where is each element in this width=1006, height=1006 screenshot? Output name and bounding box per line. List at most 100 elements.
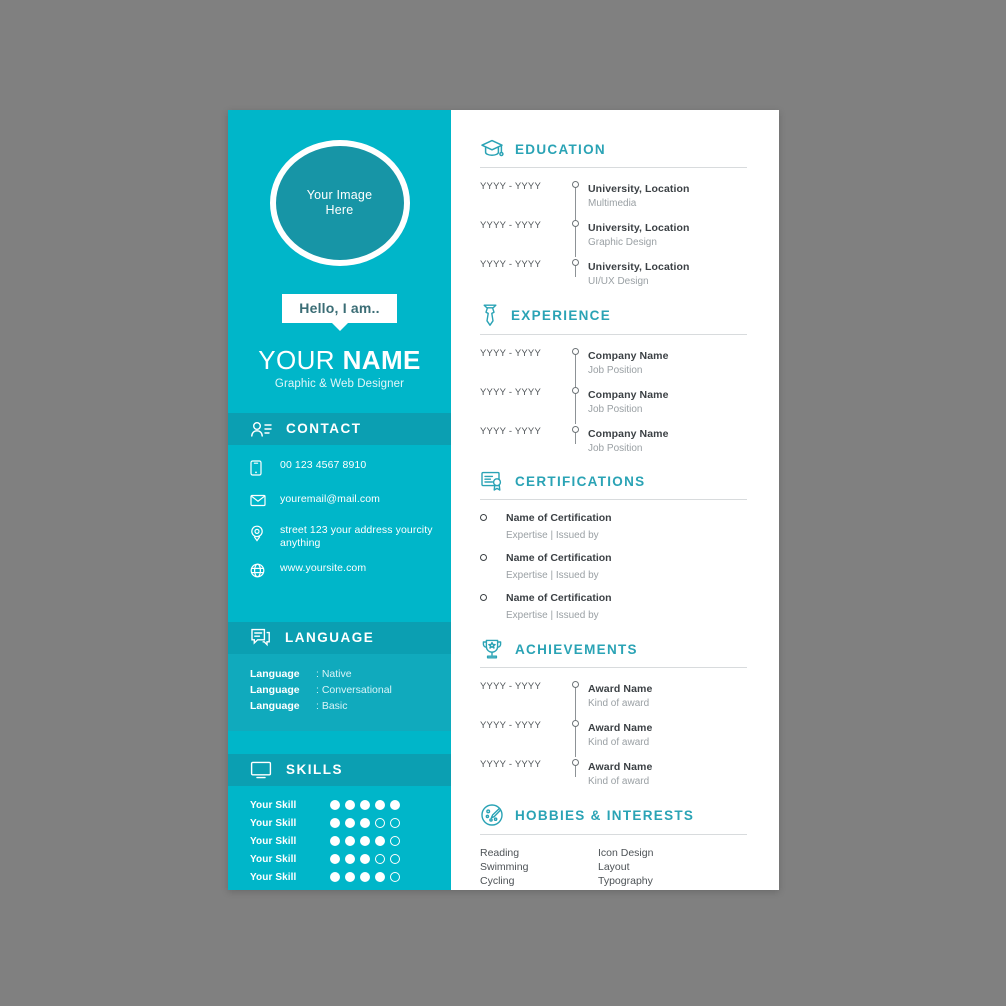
language-item: Language : Basic (250, 699, 451, 713)
achievement-item: YYYY - YYYY Award Name Kind of award (480, 757, 747, 788)
circle-bullet-icon (480, 551, 506, 561)
contact-item-address[interactable]: street 123 your address yourcity anythin… (250, 524, 451, 550)
trophy-icon (480, 638, 504, 660)
timeline-marker (562, 210, 588, 257)
section-header-certifications: CERTIFICATIONS (480, 470, 747, 499)
achievement-body: Award Name Kind of award (588, 757, 747, 788)
skill-name: Your Skill (250, 799, 297, 811)
language-heading: LANGUAGE (285, 630, 375, 646)
sidebar-section-header-skills: SKILLS (228, 753, 451, 786)
skill-dot-filled (345, 836, 355, 847)
skill-name: Your Skill (250, 853, 297, 865)
certification-item: Name of Certification Expertise | Issued… (480, 511, 747, 543)
location-pin-icon (250, 524, 266, 547)
section-achievements: ACHIEVEMENTS YYYY - YYYY Award Name Kind… (480, 638, 747, 788)
achievement-body: Award Name Kind of award (588, 679, 747, 710)
sidebar-section-header-contact: CONTACT (228, 412, 451, 445)
language-level: : Conversational (316, 683, 392, 696)
skill-dot-filled (360, 818, 370, 829)
main-column: EDUCATION YYYY - YYYY University, Locati… (451, 110, 779, 890)
education-institution: University, Location (588, 183, 690, 195)
language-item: Language : Conversational (250, 683, 451, 697)
timeline-dot-icon (571, 426, 579, 433)
contact-heading: CONTACT (286, 421, 362, 437)
language-name: Language (250, 667, 300, 680)
certification-detail: Expertise | Issued by (506, 530, 599, 541)
hobbies-divider (480, 834, 747, 835)
monitor-icon (250, 761, 272, 779)
section-header-hobbies: HOBBIES & INTERESTS (480, 803, 747, 834)
skill-dot-empty (375, 854, 385, 865)
timeline-marker (562, 346, 588, 385)
circle-bullet-icon (480, 511, 506, 521)
skill-rating-dots (330, 854, 400, 865)
skill-item: Your Skill (250, 836, 451, 847)
full-name: YOUR NAME (228, 345, 451, 375)
language-name: Language (250, 699, 300, 712)
timeline-marker (562, 710, 588, 757)
greeting-bubble: Hello, I am.. (282, 293, 397, 331)
sidebar-section-header-language: LANGUAGE (228, 621, 451, 654)
hobby-item: Swimming (480, 861, 529, 873)
hobby-item: Layout (598, 861, 630, 873)
experience-timeline: YYYY - YYYY Company Name Job Position YY… (480, 346, 747, 455)
profile-photo-placeholder[interactable]: Your Image Here (269, 140, 410, 266)
skill-dot-empty (390, 836, 400, 847)
timeline-dot-icon (571, 220, 579, 227)
skill-dot-filled (345, 854, 355, 865)
timeline-marker (562, 757, 588, 788)
timeline-marker (562, 424, 588, 455)
sidebar: Your Image Here Hello, I am.. YOUR NAME … (228, 110, 451, 890)
experience-item: YYYY - YYYY Company Name Job Position (480, 346, 747, 385)
education-timeline: YYYY - YYYY University, Location Multime… (480, 179, 747, 288)
timeline-dot-icon (571, 259, 579, 266)
section-header-achievements: ACHIEVEMENTS (480, 638, 747, 667)
skill-dot-empty (390, 872, 400, 883)
certificate-icon (480, 470, 504, 492)
skill-dot-empty (390, 818, 400, 829)
language-item: Language : Native (250, 667, 451, 681)
contact-website-value: www.yoursite.com (280, 561, 367, 574)
contact-card-icon (250, 420, 272, 438)
skill-name: Your Skill (250, 817, 297, 829)
experience-date: YYYY - YYYY (480, 387, 541, 398)
timeline-marker (562, 179, 588, 218)
skill-dot-filled (360, 854, 370, 865)
experience-heading: EXPERIENCE (511, 307, 612, 323)
education-body: University, Location Graphic Design (588, 218, 747, 249)
timeline-dot-icon (571, 181, 579, 188)
section-header-experience: EXPERIENCE (480, 303, 747, 334)
skill-dot-filled (375, 800, 385, 811)
timeline-marker (562, 679, 588, 718)
certification-item: Name of Certification Expertise | Issued… (480, 551, 747, 583)
contact-item-website[interactable]: www.yoursite.com (250, 562, 451, 583)
contact-item-email[interactable]: youremail@mail.com (250, 493, 451, 512)
last-name: NAME (342, 344, 421, 375)
achievements-timeline: YYYY - YYYY Award Name Kind of award YYY… (480, 679, 747, 788)
timeline-marker (562, 377, 588, 424)
achievement-date: YYYY - YYYY (480, 720, 541, 731)
skill-rating-dots (330, 872, 400, 883)
certification-name: Name of Certification (506, 512, 612, 524)
greeting-bubble-tail (330, 321, 349, 331)
achievement-body: Award Name Kind of award (588, 718, 747, 749)
certification-body: Name of Certification Expertise | Issued… (506, 591, 612, 623)
phone-icon (250, 459, 266, 481)
skills-list: Your Skill Your Skill Your Skill Your Sk… (228, 786, 451, 890)
education-date: YYYY - YYYY (480, 259, 541, 270)
hobbies-column-left: Reading Swimming Cycling (480, 846, 598, 888)
language-name: Language (250, 683, 300, 696)
contact-email-value: youremail@mail.com (280, 492, 380, 505)
education-item: YYYY - YYYY University, Location Multime… (480, 179, 747, 218)
experience-divider (480, 334, 747, 335)
greeting-text: Hello, I am.. (282, 293, 397, 323)
certifications-list: Name of Certification Expertise | Issued… (480, 511, 747, 623)
palette-icon (480, 803, 504, 827)
certifications-heading: CERTIFICATIONS (515, 473, 646, 489)
skill-dot-filled (345, 818, 355, 829)
skill-rating-dots (330, 836, 400, 847)
timeline-dot-icon (571, 387, 579, 394)
achievement-kind: Kind of award (588, 737, 650, 748)
experience-item: YYYY - YYYY Company Name Job Position (480, 377, 747, 424)
contact-item-phone[interactable]: 00 123 4567 8910 (250, 459, 451, 481)
